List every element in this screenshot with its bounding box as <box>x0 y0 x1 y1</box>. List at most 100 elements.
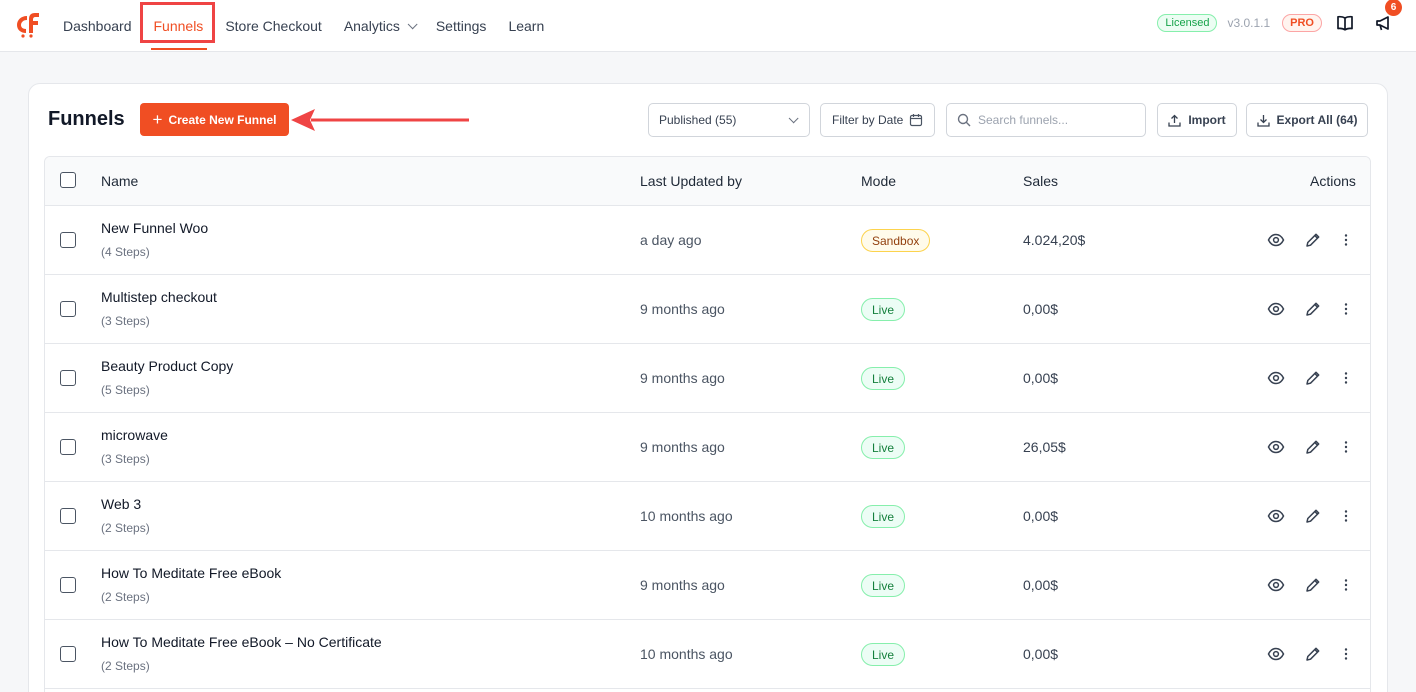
row-checkbox[interactable] <box>60 232 76 248</box>
column-header-actions: Actions <box>1310 173 1356 189</box>
view-eye-icon[interactable] <box>1267 576 1285 594</box>
more-options-icon[interactable] <box>1337 231 1355 249</box>
column-header-mode: Mode <box>861 173 897 189</box>
funnel-name-link[interactable]: Beauty Product Copy <box>101 358 233 374</box>
edit-pencil-icon[interactable] <box>1304 507 1322 525</box>
date-filter-label: Filter by Date <box>832 113 904 127</box>
last-updated-text: 10 months ago <box>640 508 733 524</box>
column-header-sales: Sales <box>1023 173 1059 189</box>
view-eye-icon[interactable] <box>1267 507 1285 525</box>
nav-learn-label: Learn <box>508 18 545 34</box>
status-filter-value: Published (55) <box>659 113 737 127</box>
sales-value: 0,00$ <box>1023 301 1059 317</box>
table-row: microwave (3 Steps) 9 months ago Live 26… <box>45 413 1370 482</box>
sales-value: 26,05$ <box>1023 439 1066 455</box>
funnel-name-link[interactable]: New Funnel Woo <box>101 220 208 236</box>
mode-badge: Live <box>861 505 906 528</box>
row-checkbox[interactable] <box>60 370 76 386</box>
funnel-name-link[interactable]: How To Meditate Free eBook – No Certific… <box>101 634 382 650</box>
export-all-button[interactable]: Export All (64) <box>1246 103 1368 137</box>
upload-icon <box>1168 114 1181 127</box>
sales-value: 0,00$ <box>1023 370 1059 386</box>
last-updated-text: 9 months ago <box>640 577 725 593</box>
last-updated-text: 10 months ago <box>640 646 733 662</box>
header-tools: Licensed v3.0.1.1 PRO 6 <box>1157 0 1416 46</box>
nav-store-checkout-label: Store Checkout <box>225 18 322 34</box>
annotation-highlight-box <box>140 2 215 43</box>
view-eye-icon[interactable] <box>1267 438 1285 456</box>
column-header-last-updated[interactable]: Last Updated by <box>640 173 742 189</box>
table-header: Name Last Updated by Mode Sales Actions <box>45 157 1370 206</box>
edit-pencil-icon[interactable] <box>1304 369 1322 387</box>
funnel-name-link[interactable]: Multistep checkout <box>101 289 217 305</box>
more-options-icon[interactable] <box>1337 300 1355 318</box>
row-checkbox[interactable] <box>60 301 76 317</box>
book-icon[interactable] <box>1336 14 1354 32</box>
create-new-funnel-button[interactable]: + Create New Funnel <box>140 103 289 136</box>
edit-pencil-icon[interactable] <box>1304 645 1322 663</box>
edit-pencil-icon[interactable] <box>1304 576 1322 594</box>
row-checkbox[interactable] <box>60 577 76 593</box>
edit-pencil-icon[interactable] <box>1304 231 1322 249</box>
mode-badge: Live <box>861 574 906 597</box>
edit-pencil-icon[interactable] <box>1304 438 1322 456</box>
page-title: Funnels <box>48 108 125 130</box>
nav-settings-label: Settings <box>435 18 487 34</box>
funnel-name-link[interactable]: How To Meditate Free eBook <box>101 565 281 581</box>
nav-analytics[interactable]: Analytics <box>333 4 425 48</box>
column-header-name[interactable]: Name <box>101 173 138 189</box>
funnel-name-link[interactable]: microwave <box>101 427 168 443</box>
select-all-checkbox[interactable] <box>60 172 76 188</box>
nav-store-checkout[interactable]: Store Checkout <box>214 4 333 48</box>
nav-dashboard-label: Dashboard <box>63 18 132 34</box>
more-options-icon[interactable] <box>1337 576 1355 594</box>
mode-badge: Live <box>861 298 906 321</box>
cartflows-logo[interactable] <box>14 10 42 38</box>
funnel-steps-count: (2 Steps) <box>101 590 150 604</box>
calendar-icon <box>909 114 923 127</box>
pro-badge[interactable]: PRO <box>1282 14 1322 32</box>
more-options-icon[interactable] <box>1337 438 1355 456</box>
more-options-icon[interactable] <box>1337 507 1355 525</box>
nav-settings[interactable]: Settings <box>425 4 498 48</box>
download-icon <box>1256 114 1270 127</box>
row-checkbox[interactable] <box>60 646 76 662</box>
funnel-steps-count: (2 Steps) <box>101 521 150 535</box>
sales-value: 0,00$ <box>1023 508 1059 524</box>
funnel-steps-count: (2 Steps) <box>101 659 150 673</box>
funnel-steps-count: (3 Steps) <box>101 452 150 466</box>
more-options-icon[interactable] <box>1337 369 1355 387</box>
table-row: Beauty Product Copy (5 Steps) 9 months a… <box>45 344 1370 413</box>
status-filter-select[interactable]: Published (55) <box>648 103 810 137</box>
plus-icon: + <box>152 110 163 129</box>
search-icon <box>957 113 971 127</box>
table-row: How To Meditate Free eBook (2 Steps) 9 m… <box>45 551 1370 620</box>
view-eye-icon[interactable] <box>1267 300 1285 318</box>
announcements-button[interactable]: 6 <box>1374 0 1402 33</box>
table-row: Multistep checkout (3 Steps) 9 months ag… <box>45 275 1370 344</box>
view-eye-icon[interactable] <box>1267 369 1285 387</box>
mode-badge: Live <box>861 436 906 459</box>
mode-badge: Sandbox <box>861 229 931 252</box>
search-input[interactable] <box>978 113 1128 127</box>
row-checkbox[interactable] <box>60 508 76 524</box>
row-checkbox[interactable] <box>60 439 76 455</box>
nav-dashboard[interactable]: Dashboard <box>52 4 143 48</box>
funnel-steps-count: (4 Steps) <box>101 245 150 259</box>
table-row: New Funnel Woo (4 Steps) a day ago Sandb… <box>45 206 1370 275</box>
nav-learn[interactable]: Learn <box>497 4 555 48</box>
notification-count-badge: 6 <box>1385 0 1402 16</box>
view-eye-icon[interactable] <box>1267 645 1285 663</box>
nav-analytics-label: Analytics <box>343 18 400 34</box>
edit-pencil-icon[interactable] <box>1304 300 1322 318</box>
more-options-icon[interactable] <box>1337 645 1355 663</box>
view-eye-icon[interactable] <box>1267 231 1285 249</box>
version-label: v3.0.1.1 <box>1227 16 1271 30</box>
date-filter-button[interactable]: Filter by Date <box>820 103 935 137</box>
funnel-name-link[interactable]: Web 3 <box>101 496 141 512</box>
last-updated-text: 9 months ago <box>640 301 725 317</box>
licensed-badge: Licensed <box>1157 14 1218 32</box>
import-button[interactable]: Import <box>1157 103 1237 137</box>
chevron-down-icon <box>407 18 418 29</box>
table-row: Web 3 (2 Steps) 10 months ago Live 0,00$ <box>45 482 1370 551</box>
